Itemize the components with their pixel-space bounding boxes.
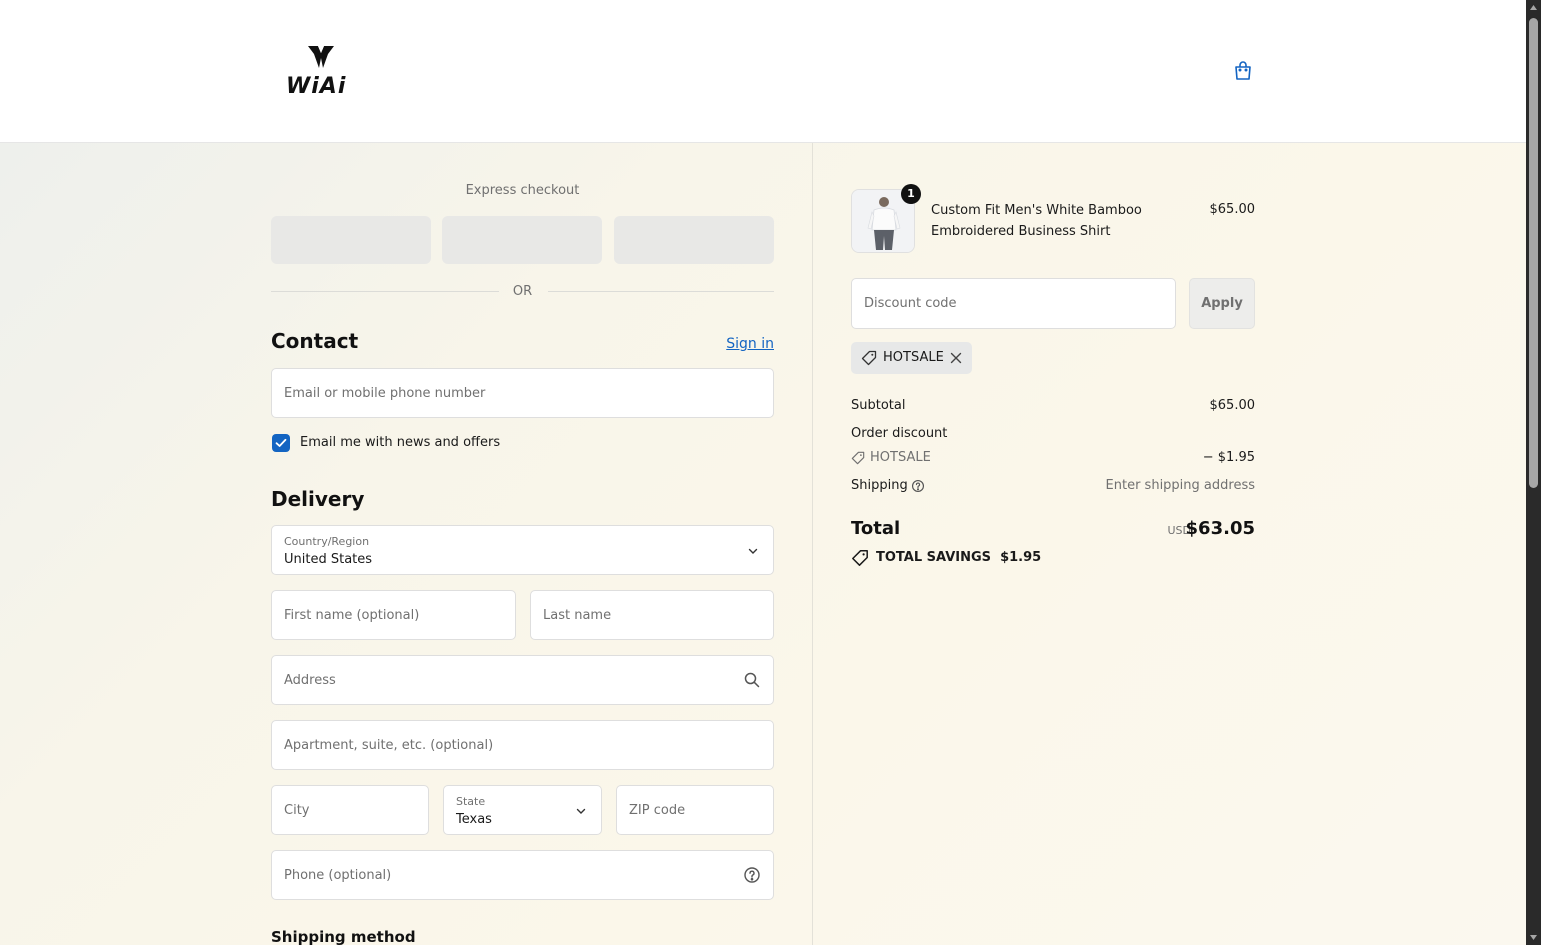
savings-value: $1.95	[1000, 550, 1042, 565]
subtotal-label: Subtotal	[851, 398, 906, 413]
scrollbar-thumb[interactable]	[1529, 18, 1538, 488]
express-pay-button-3[interactable]	[614, 216, 774, 264]
newsletter-label: Email me with news and offers	[300, 435, 501, 450]
product-price: $65.00	[1209, 202, 1256, 217]
city-field[interactable]	[271, 785, 429, 835]
express-pay-button-2[interactable]	[442, 216, 602, 264]
last-name-input[interactable]	[531, 591, 773, 639]
product-name: Custom Fit Men's White Bamboo Embroidere…	[931, 203, 1142, 239]
delivery-title: Delivery	[271, 487, 365, 511]
address-field[interactable]	[271, 655, 774, 705]
total-amount: $63.05	[1185, 518, 1255, 539]
zip-input[interactable]	[617, 786, 773, 834]
savings-tag-icon	[852, 550, 868, 566]
subtotal-value: $65.00	[1209, 398, 1256, 413]
apply-discount-button[interactable]: Apply	[1189, 278, 1255, 329]
scroll-up-arrow-icon[interactable]	[1529, 3, 1538, 12]
city-input[interactable]	[272, 786, 428, 834]
shopping-bag-icon[interactable]	[1231, 59, 1255, 83]
savings-label: TOTAL SAVINGS $1.95	[876, 550, 1041, 565]
tag-icon	[861, 350, 877, 366]
shipping-label: Shipping	[851, 478, 908, 493]
close-icon[interactable]	[949, 351, 963, 365]
help-icon[interactable]	[743, 866, 761, 884]
country-label: Country/Region	[284, 535, 370, 548]
discount-code-label: HOTSALE	[870, 450, 931, 465]
address-input[interactable]	[272, 656, 773, 704]
scrollbar[interactable]	[1526, 0, 1541, 945]
zip-field[interactable]	[616, 785, 774, 835]
country-select[interactable]: Country/Region United States	[271, 525, 774, 575]
search-icon[interactable]	[743, 671, 761, 689]
state-label: State	[456, 795, 486, 808]
shipping-value: Enter shipping address	[1105, 478, 1255, 493]
express-checkout-title: Express checkout	[465, 183, 580, 198]
applied-code-text: HOTSALE	[883, 350, 944, 365]
total-label: Total	[851, 518, 901, 539]
phone-field[interactable]	[271, 850, 774, 900]
last-name-field[interactable]	[530, 590, 774, 640]
applied-discount-chip: HOTSALE	[851, 342, 972, 374]
store-logo[interactable]: WiAi	[286, 44, 358, 99]
or-divider: OR	[271, 284, 774, 300]
email-field[interactable]	[271, 368, 774, 418]
state-value: Texas	[456, 812, 492, 827]
state-select[interactable]: State Texas	[443, 785, 602, 835]
first-name-input[interactable]	[272, 591, 515, 639]
sign-in-link[interactable]: Sign in	[726, 336, 774, 352]
chevron-down-icon	[576, 808, 586, 814]
savings-label-text: TOTAL SAVINGS	[876, 550, 992, 565]
chevron-down-icon	[748, 548, 758, 554]
logo-text: WiAi	[286, 74, 347, 99]
contact-title: Contact	[271, 329, 359, 353]
discount-code-field[interactable]	[851, 278, 1176, 329]
country-value: United States	[284, 552, 373, 567]
site-header: WiAi	[0, 0, 1526, 143]
help-icon[interactable]	[911, 479, 925, 493]
apartment-field[interactable]	[271, 720, 774, 770]
email-input[interactable]	[272, 369, 773, 417]
scroll-down-arrow-icon[interactable]	[1529, 933, 1538, 942]
discount-code-input[interactable]	[852, 279, 1175, 328]
logo-mark-icon	[308, 46, 334, 68]
phone-input[interactable]	[272, 851, 773, 899]
or-line-right	[548, 291, 774, 292]
discount-value: − $1.95	[1202, 450, 1255, 465]
quantity-badge: 1	[901, 184, 921, 204]
tag-icon	[851, 451, 865, 465]
express-pay-button-1[interactable]	[271, 216, 431, 264]
column-divider	[812, 143, 813, 945]
shipping-row: Shipping	[851, 478, 941, 496]
newsletter-checkbox[interactable]	[272, 434, 290, 452]
checkout-main: Express checkout OR Contact Sign in Emai…	[0, 143, 1526, 945]
first-name-field[interactable]	[271, 590, 516, 640]
shipping-method-title: Shipping method	[271, 928, 416, 945]
apartment-input[interactable]	[272, 721, 773, 769]
order-discount-label: Order discount	[851, 426, 948, 441]
check-icon	[275, 438, 287, 447]
